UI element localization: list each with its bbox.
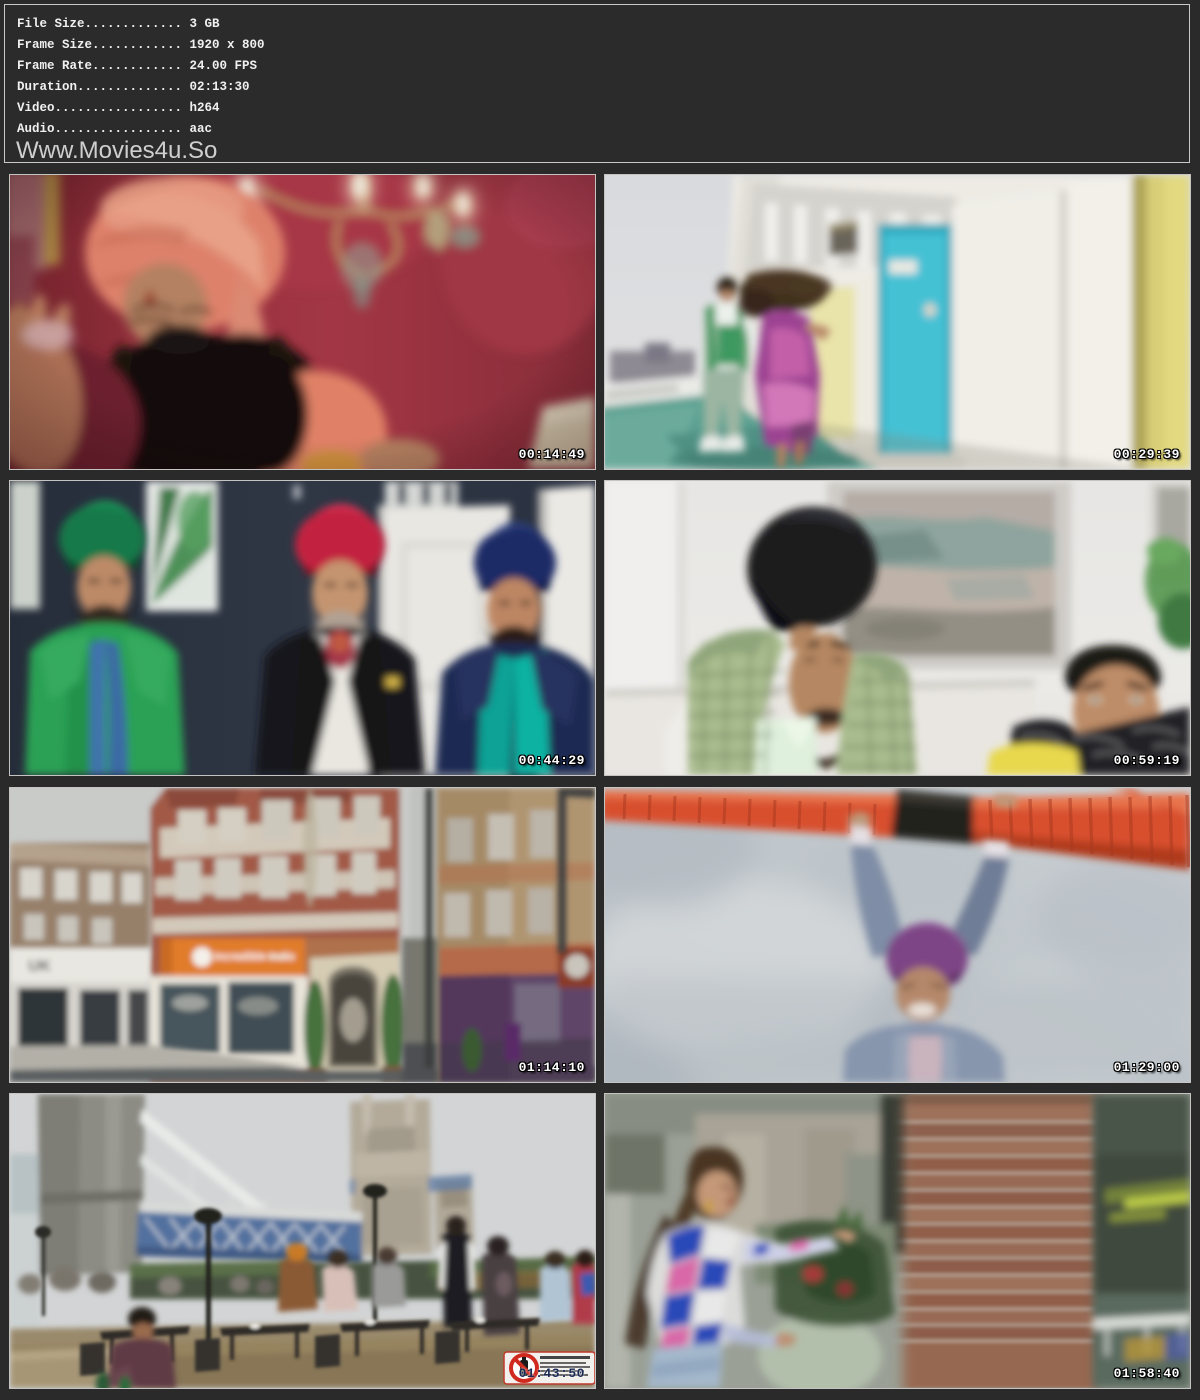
svg-text:UK: UK	[28, 958, 52, 975]
